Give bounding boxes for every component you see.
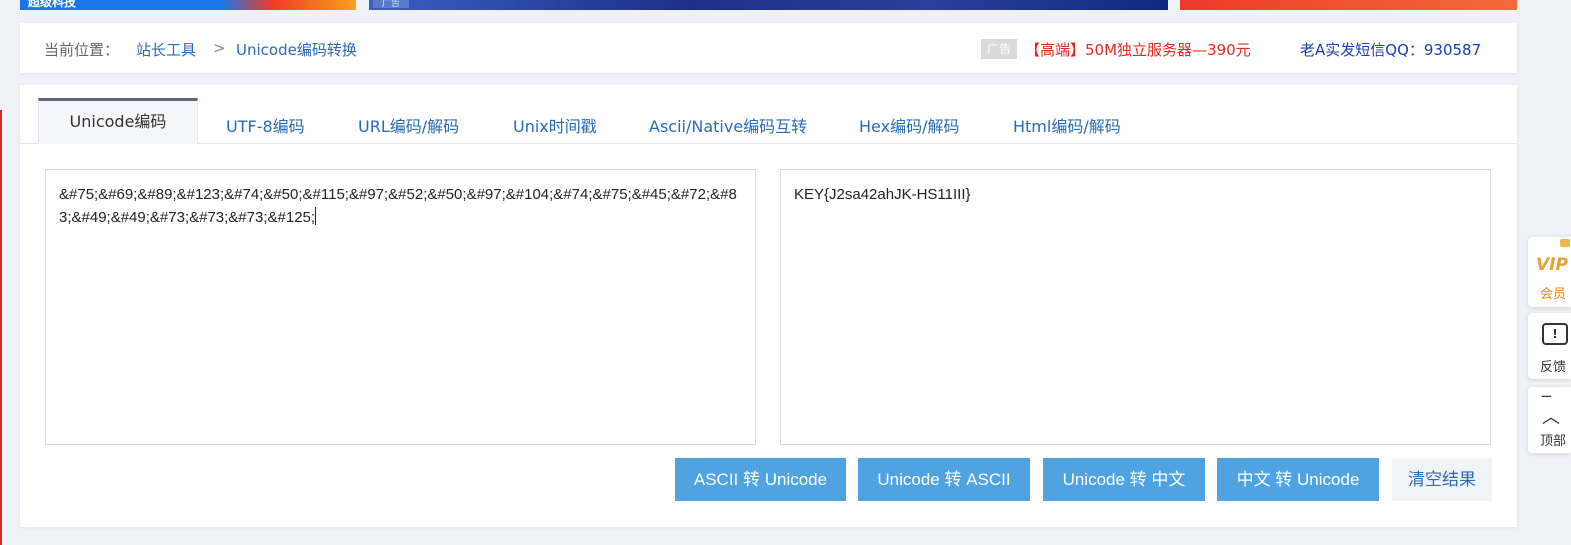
feedback-icon: !	[1542, 323, 1568, 345]
unicode-to-ascii-button[interactable]: Unicode 转 ASCII	[858, 458, 1030, 501]
ad-banner-1[interactable]: 超级科技	[20, 0, 356, 10]
input-textarea[interactable]: &#75;&#69;&#89;&#123;&#74;&#50;&#115;&#9…	[45, 169, 756, 445]
text-cursor	[315, 207, 317, 225]
tab-url[interactable]: URL编码/解码	[358, 113, 459, 137]
sidebar-back-to-top[interactable]: ‾ ︿ 顶部	[1528, 387, 1571, 453]
output-textarea[interactable]: KEY{J2sa42ahJK-HS11III}	[780, 169, 1491, 445]
breadcrumb-link-unicode[interactable]: Unicode编码转换	[236, 39, 357, 60]
tab-html[interactable]: Html编码/解码	[1013, 113, 1121, 137]
tab-baseline	[20, 143, 1517, 144]
tab-unicode[interactable]: Unicode编码	[38, 98, 198, 144]
ad-banner-1-text: 超级科技	[28, 0, 77, 9]
back-to-top-icon: ‾ ︿	[1542, 393, 1560, 428]
tab-utf8[interactable]: UTF-8编码	[226, 113, 305, 137]
breadcrumb-separator: >	[213, 39, 226, 57]
breadcrumb-prefix: 当前位置：	[44, 41, 120, 59]
clear-result-button[interactable]: 清空结果	[1392, 458, 1492, 501]
chinese-to-unicode-button[interactable]: 中文 转 Unicode	[1217, 458, 1379, 501]
unicode-to-chinese-button[interactable]: Unicode 转 中文	[1043, 458, 1205, 501]
breadcrumb-link-tools[interactable]: 站长工具	[136, 39, 196, 60]
tab-hex[interactable]: Hex编码/解码	[859, 113, 959, 137]
vip-icon: VIP	[1536, 255, 1568, 275]
ascii-to-unicode-button[interactable]: ASCII 转 Unicode	[675, 458, 846, 501]
sidebar-vip-label: 会员	[1540, 287, 1567, 302]
ad-tag: 广告	[981, 39, 1017, 59]
sidebar-feedback-label: 反馈	[1540, 360, 1567, 375]
ad-banner-3[interactable]	[1180, 0, 1517, 10]
tab-ascii-native[interactable]: Ascii/Native编码互转	[649, 113, 807, 137]
tab-unix-time[interactable]: Unix时间戳	[513, 113, 597, 137]
top-ad-strip: 超级科技 广告	[0, 0, 1571, 11]
ad-banner-2-tag: 广告	[373, 0, 409, 9]
sidebar-vip[interactable]: VIP 会员	[1528, 237, 1571, 307]
ad-link-qq[interactable]: 老A实发短信QQ：930587	[1300, 39, 1481, 60]
crown-icon	[1560, 239, 1570, 247]
ad-link-server[interactable]: 【高端】50M独立服务器—390元	[1025, 39, 1251, 60]
tab-bar: Unicode编码 UTF-8编码 URL编码/解码 Unix时间戳 Ascii…	[20, 85, 1517, 145]
breadcrumb-bar: 当前位置： 站长工具 > Unicode编码转换 广告 【高端】50M独立服务器…	[20, 23, 1517, 73]
converter-panel: Unicode编码 UTF-8编码 URL编码/解码 Unix时间戳 Ascii…	[20, 85, 1517, 527]
ad-banner-2[interactable]: 广告	[369, 0, 1168, 10]
sidebar-feedback[interactable]: ! 反馈	[1528, 313, 1571, 379]
left-edge-bar	[0, 110, 2, 545]
input-text: &#75;&#69;&#89;&#123;&#74;&#50;&#115;&#9…	[59, 186, 737, 226]
sidebar-top-label: 顶部	[1540, 434, 1567, 449]
output-text: KEY{J2sa42ahJK-HS11III}	[794, 186, 971, 203]
